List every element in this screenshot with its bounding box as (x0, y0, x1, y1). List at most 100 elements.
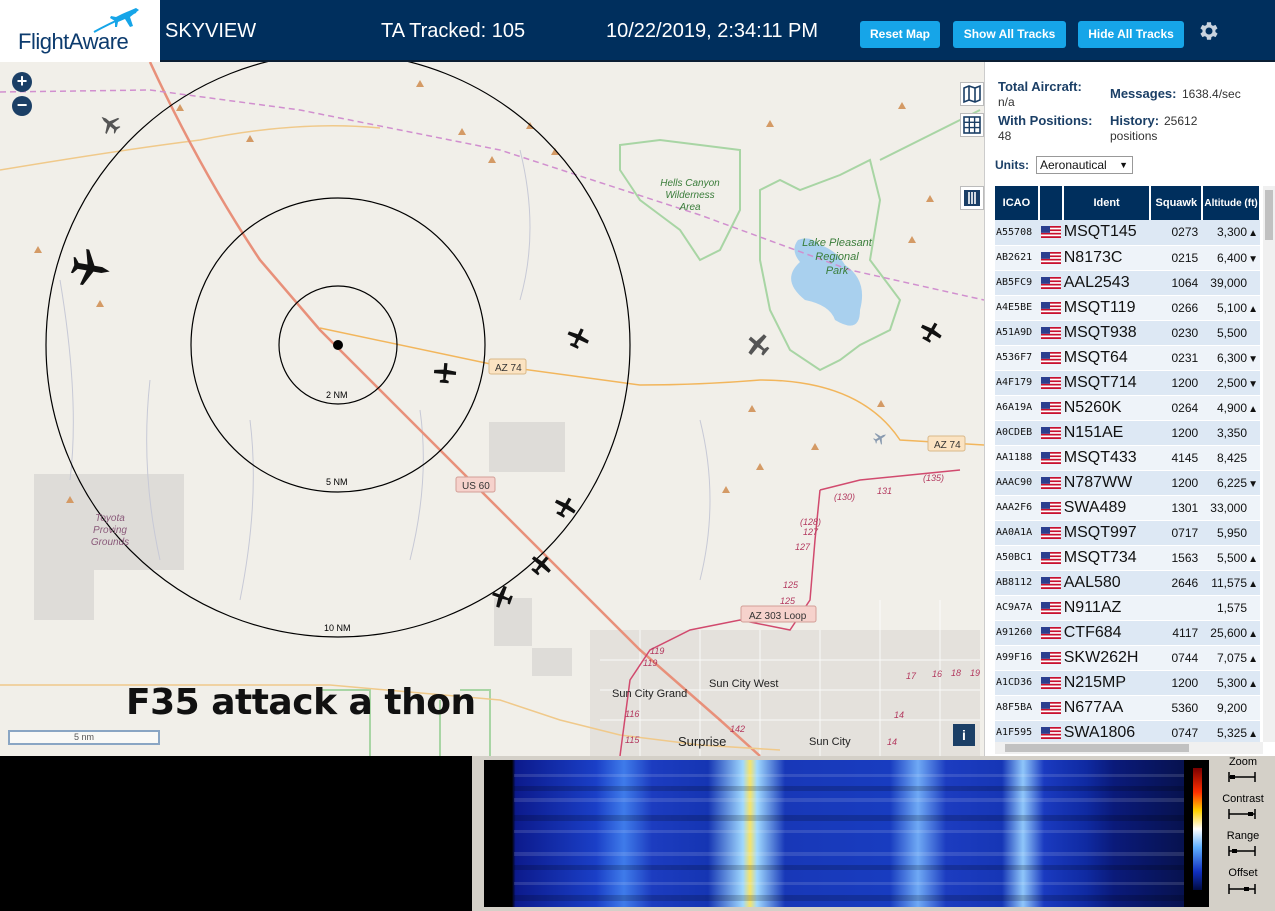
proving-grounds-area-2 (34, 540, 94, 620)
row-flag (1038, 720, 1063, 742)
row-ident: MSQT734 (1062, 545, 1151, 571)
col-ident[interactable]: Ident (1062, 186, 1152, 220)
zoom-out-button[interactable]: − (12, 96, 32, 116)
svg-text:(128): (128) (800, 517, 821, 527)
col-altitude[interactable]: Altitude (ft) (1202, 186, 1261, 220)
hide-all-tracks-button[interactable]: Hide All Tracks (1078, 21, 1184, 48)
row-ident: N8173C (1062, 245, 1151, 271)
vertical-scrollbar[interactable] (1263, 186, 1275, 742)
table-row[interactable]: AB8112 AAL580 2646 11,575▲ (995, 570, 1260, 596)
row-flag (1038, 570, 1063, 596)
row-squawk: 4145 (1150, 445, 1203, 471)
header-bar: FlightAware SKYVIEW TA Tracked: 105 10/2… (0, 0, 1275, 62)
svg-text:19: 19 (970, 668, 980, 678)
reset-map-button[interactable]: Reset Map (860, 21, 940, 48)
aircraft-icon[interactable] (433, 362, 457, 384)
table-row[interactable]: A50BC1 MSQT734 1563 5,500▲ (995, 545, 1260, 571)
us-flag-icon (1040, 226, 1061, 239)
horizontal-scrollbar[interactable] (995, 742, 1263, 754)
columns-toggle-button[interactable] (960, 186, 984, 210)
grid-toggle-button[interactable] (960, 113, 984, 137)
table-row[interactable]: A51A9D MSQT938 0230 5,500 (995, 320, 1260, 346)
row-icao: A6A19A (995, 395, 1039, 421)
table-row[interactable]: AA0A1A MSQT997 0717 5,950 (995, 520, 1260, 546)
aircraft-icon[interactable] (551, 493, 580, 521)
table-row[interactable]: AA1188 MSQT433 4145 8,425 (995, 445, 1260, 471)
altitude-trend-icon: ▲ (1248, 578, 1258, 590)
zoom-in-button[interactable]: + (12, 72, 32, 92)
table-row[interactable]: AC9A7A N911AZ 1,575 (995, 595, 1260, 621)
aircraft-icon[interactable] (917, 318, 946, 346)
offset-slider[interactable] (1228, 884, 1256, 894)
table-row[interactable]: A536F7 MSQT64 0231 6,300▼ (995, 345, 1260, 371)
table-row[interactable]: A1CD36 N215MP 1200 5,300▲ (995, 670, 1260, 696)
row-flag (1038, 445, 1063, 471)
show-all-tracks-button[interactable]: Show All Tracks (953, 21, 1066, 48)
table-row[interactable]: AB5FC9 AAL2543 1064 39,000 (995, 270, 1260, 296)
us-flag-icon (1040, 726, 1061, 739)
altitude-value: 5,500 (1216, 325, 1247, 340)
row-ident: MSQT64 (1062, 345, 1151, 371)
table-row[interactable]: AAAC90 N787WW 1200 6,225▼ (995, 470, 1260, 496)
col-squawk[interactable]: Squawk (1150, 186, 1204, 220)
aircraft-table: ICAO Ident Squawk Altitude (ft) A55708 MS… (995, 186, 1261, 742)
altitude-value: 5,325 (1216, 725, 1247, 740)
messages-label: Messages: (1110, 86, 1177, 101)
waterfall-display[interactable] (484, 760, 1209, 907)
gear-icon[interactable] (1196, 19, 1220, 43)
aircraft-icon[interactable] (742, 329, 774, 361)
row-squawk: 4117 (1150, 620, 1203, 646)
scroll-thumb[interactable] (1265, 190, 1273, 240)
col-icao[interactable]: ICAO (995, 186, 1040, 220)
az-74-road (319, 327, 984, 446)
row-ident: AAL2543 (1062, 270, 1151, 296)
scroll-thumb[interactable] (1005, 744, 1189, 752)
row-squawk: 1200 (1150, 470, 1203, 496)
row-ident: MSQT997 (1062, 520, 1151, 546)
svg-text:Regional: Regional (815, 251, 859, 263)
info-button[interactable]: i (953, 724, 975, 746)
table-row[interactable]: A8F5BA N677AA 5360 9,200 (995, 695, 1260, 721)
svg-text:16: 16 (932, 669, 942, 679)
table-row[interactable]: A0CDEB N151AE 1200 3,350 (995, 420, 1260, 446)
row-ident: N151AE (1062, 420, 1151, 446)
row-squawk: 0747 (1150, 720, 1203, 742)
row-icao: AAAC90 (995, 470, 1039, 496)
units-select[interactable]: Aeronautical ▼ (1036, 156, 1133, 174)
contrast-slider[interactable] (1228, 809, 1256, 819)
table-row[interactable]: AB2621 N8173C 0215 6,400▼ (995, 245, 1260, 271)
altitude-trend-icon: ▲ (1248, 228, 1258, 240)
aircraft-icon[interactable] (69, 247, 113, 289)
row-icao: A536F7 (995, 345, 1039, 371)
us-flag-icon (1040, 251, 1061, 264)
aircraft-icon[interactable] (871, 429, 889, 447)
table-row[interactable]: A55708 MSQT145 0273 3,300▲ (995, 220, 1260, 246)
table-row[interactable]: A1F595 SWA1806 0747 5,325▲ (995, 720, 1260, 742)
waterfall-spectrogram (484, 760, 1202, 907)
col-flag[interactable] (1038, 186, 1064, 220)
table-row[interactable]: A4F179 MSQT714 1200 2,500▼ (995, 370, 1260, 396)
app-name: SKYVIEW (165, 20, 257, 42)
units-label: Units: (995, 158, 1029, 172)
row-ident: MSQT119 (1062, 295, 1151, 321)
flightaware-logo[interactable]: FlightAware (0, 0, 160, 62)
table-row[interactable]: A6A19A N5260K 0264 4,900▲ (995, 395, 1260, 421)
row-flag (1038, 270, 1063, 296)
map-layers-button[interactable] (960, 82, 984, 106)
us-flag-icon (1040, 351, 1061, 364)
us-flag-icon (1040, 501, 1061, 514)
table-row[interactable]: A91260 CTF684 4117 25,600▲ (995, 620, 1260, 646)
row-icao: AAA2F6 (995, 495, 1039, 521)
table-row[interactable]: A99F16 SKW262H 0744 7,075▲ (995, 645, 1260, 671)
row-icao: AA1188 (995, 445, 1039, 471)
table-row[interactable]: A4E5BE MSQT119 0266 5,100▲ (995, 295, 1260, 321)
aircraft-icon[interactable] (95, 109, 124, 138)
row-altitude: 25,600▲ (1202, 620, 1260, 646)
aircraft-table-wrapper[interactable]: ICAO Ident Squawk Altitude (ft) A55708 MS… (995, 186, 1261, 742)
aircraft-icon[interactable] (564, 324, 592, 351)
zoom-slider[interactable] (1228, 772, 1256, 782)
table-row[interactable]: AAA2F6 SWA489 1301 33,000 (995, 495, 1260, 521)
range-slider[interactable] (1228, 846, 1256, 856)
map-view[interactable]: 2 NM 5 NM 10 NM AZ 74 AZ 74 US 60 AZ 303… (0, 62, 984, 756)
sun-city-west-label: Sun City West (709, 678, 779, 690)
